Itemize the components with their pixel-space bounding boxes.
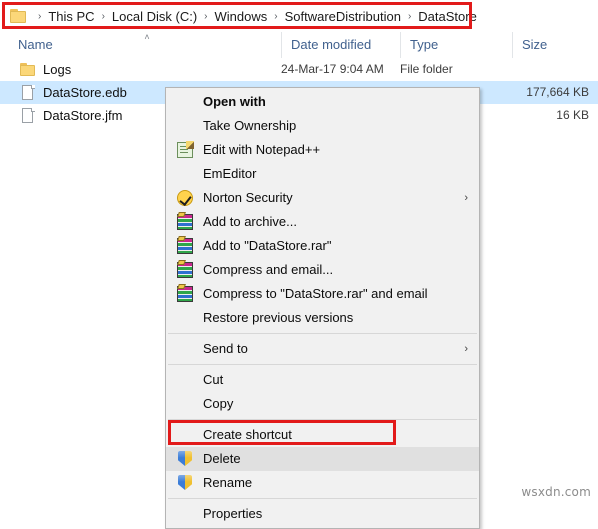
menu-item-add-to-datastore-rar[interactable]: Add to "DataStore.rar" — [166, 234, 479, 258]
menu-item-label: Add to archive... — [203, 214, 297, 229]
address-bar[interactable]: › This PC › Local Disk (C:) › Windows › Softwar… — [0, 0, 598, 32]
file-icon — [20, 85, 36, 101]
menu-item-compress-to-datastore-rar-and-email[interactable]: Compress to "DataStore.rar" and email — [166, 282, 479, 306]
winrar-icon — [177, 286, 193, 302]
menu-item-label: Properties — [203, 506, 263, 521]
watermark: wsxdn.com — [521, 485, 591, 499]
menu-separator — [168, 419, 477, 420]
menu-item-label: Delete — [203, 451, 241, 466]
file-date-modified: 24-Mar-17 9:04 AM — [281, 62, 384, 76]
menu-item-label: Take Ownership — [203, 118, 297, 133]
menu-item-label: Rename — [203, 475, 253, 490]
file-size: 177,664 KB — [526, 85, 589, 99]
menu-item-label: Compress and email... — [203, 262, 334, 277]
winrar-icon — [177, 262, 193, 278]
menu-item-label: Edit with Notepad++ — [203, 142, 321, 157]
file-row[interactable]: Logs 24-Mar-17 9:04 AM File folder — [0, 58, 598, 81]
file-icon — [20, 108, 36, 124]
winrar-icon — [177, 214, 193, 230]
menu-item-label: Create shortcut — [203, 427, 292, 442]
menu-item-edit-with-notepad[interactable]: Edit with Notepad++ — [166, 138, 479, 162]
file-name: Logs — [43, 62, 72, 77]
column-header-date-modified[interactable]: Date modified — [281, 32, 400, 58]
menu-item-label: Restore previous versions — [203, 310, 354, 325]
menu-item-emeditor[interactable]: EmEditor — [166, 162, 479, 186]
uac-shield-icon — [177, 451, 193, 467]
menu-item-restore-previous-versions[interactable]: Restore previous versions — [166, 306, 479, 330]
menu-item-add-to-archive[interactable]: Add to archive... — [166, 210, 479, 234]
notepad-plus-plus-icon — [177, 142, 193, 158]
chevron-right-icon: › — [464, 343, 468, 355]
menu-separator — [168, 498, 477, 499]
address-bar-red-annotation — [2, 2, 472, 29]
column-header-size[interactable]: Size — [512, 32, 598, 58]
menu-item-copy[interactable]: Copy — [166, 392, 479, 416]
menu-item-norton-security[interactable]: Norton Security › — [166, 186, 479, 210]
file-type: File folder — [400, 62, 453, 76]
menu-separator — [168, 364, 477, 365]
chevron-right-icon: › — [464, 192, 468, 204]
menu-item-properties[interactable]: Properties — [166, 502, 479, 526]
context-menu[interactable]: Open with Take Ownership Edit with Notepad… — [165, 87, 480, 529]
menu-item-label: EmEditor — [203, 166, 257, 181]
menu-item-open-with[interactable]: Open with — [166, 90, 479, 114]
menu-item-take-ownership[interactable]: Take Ownership — [166, 114, 479, 138]
file-size: 16 KB — [556, 108, 589, 122]
menu-item-label: Copy — [203, 396, 234, 411]
menu-item-label: Cut — [203, 372, 224, 387]
column-header-name[interactable]: Name — [9, 32, 281, 58]
file-name: DataStore.edb — [43, 85, 127, 100]
menu-separator — [168, 333, 477, 334]
uac-shield-icon — [177, 475, 193, 491]
menu-item-label: Add to "DataStore.rar" — [203, 238, 332, 253]
norton-security-icon — [177, 190, 193, 206]
menu-item-label: Send to — [203, 341, 248, 356]
file-name: DataStore.jfm — [43, 108, 123, 123]
menu-item-send-to[interactable]: Send to › — [166, 337, 479, 361]
menu-item-delete[interactable]: Delete — [166, 447, 479, 471]
menu-item-label: Norton Security — [203, 190, 293, 205]
winrar-icon — [177, 238, 193, 254]
menu-item-label: Compress to "DataStore.rar" and email — [203, 286, 428, 301]
menu-item-create-shortcut[interactable]: Create shortcut — [166, 423, 479, 447]
menu-item-cut[interactable]: Cut — [166, 368, 479, 392]
column-header-type[interactable]: Type — [400, 32, 512, 58]
menu-item-compress-and-email[interactable]: Compress and email... — [166, 258, 479, 282]
menu-item-label: Open with — [203, 94, 266, 109]
folder-icon — [20, 62, 36, 78]
column-header-row: ˄ Name Date modified Type Size — [0, 32, 598, 59]
menu-item-rename[interactable]: Rename — [166, 471, 479, 495]
